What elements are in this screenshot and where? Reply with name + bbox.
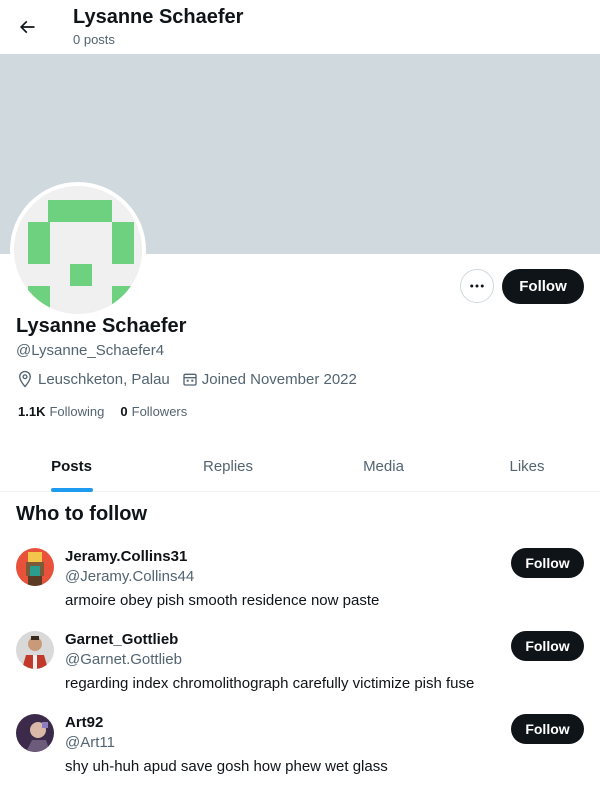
follow-button[interactable]: Follow	[502, 269, 584, 304]
suggestion-handle: @Art11	[65, 734, 115, 751]
tab-label: Replies	[202, 457, 254, 475]
profile-handle: @Lysanne_Schaefer4	[16, 342, 165, 359]
suggestion-bio: armoire obey pish smooth residence now p…	[65, 592, 380, 609]
tab-label: Media	[363, 457, 404, 475]
suggestion-item[interactable]: Jeramy.Collins31 @Jeramy.Collins44 armoi…	[0, 548, 600, 631]
following-link[interactable]: 1.1K Following	[18, 404, 104, 419]
avatar-image	[16, 714, 54, 752]
profile-avatar[interactable]	[10, 182, 146, 318]
arrow-left-icon	[19, 20, 35, 34]
suggestion-name[interactable]: Jeramy.Collins31	[65, 548, 187, 565]
suggestion-item[interactable]: Garnet_Gottlieb @Garnet.Gottlieb regardi…	[0, 631, 600, 714]
more-dots-icon	[470, 284, 484, 288]
suggestion-avatar[interactable]	[16, 714, 54, 752]
location-item: Leuschketon, Palau	[16, 370, 170, 388]
profile-display-name: Lysanne Schaefer	[16, 315, 187, 337]
more-options-button[interactable]	[460, 269, 494, 303]
suggestion-handle: @Jeramy.Collins44	[65, 568, 195, 585]
location-text: Leuschketon, Palau	[38, 370, 170, 388]
tab-label: Posts	[51, 457, 92, 475]
suggestion-follow-button[interactable]: Follow	[511, 548, 584, 578]
suggestion-avatar[interactable]	[16, 631, 54, 669]
tab-label: Likes	[509, 457, 545, 475]
header-title: Lysanne Schaefer	[73, 6, 244, 28]
profile-meta: Leuschketon, Palau Joined November 2022	[16, 370, 369, 388]
followers-label: Followers	[131, 404, 188, 419]
suggestion-name[interactable]: Garnet_Gottlieb	[65, 631, 178, 648]
top-bar: Lysanne Schaefer 0 posts	[0, 0, 600, 54]
identicon-image	[14, 186, 142, 314]
location-pin-icon	[19, 370, 31, 388]
suggestion-follow-button[interactable]: Follow	[511, 631, 584, 661]
suggestion-bio: regarding index chromolithograph careful…	[65, 675, 475, 692]
calendar-icon	[183, 373, 197, 386]
following-count: 1.1K	[18, 404, 46, 419]
suggestion-avatar[interactable]	[16, 548, 54, 586]
active-tab-indicator	[50, 488, 93, 492]
tab-media[interactable]: Media	[313, 440, 454, 492]
suggestion-item[interactable]: Art92 @Art11 shy uh-huh apud save gosh h…	[0, 714, 600, 797]
suggestion-handle: @Garnet.Gottlieb	[65, 651, 182, 668]
avatar-image	[16, 548, 54, 586]
who-to-follow-title: Who to follow	[16, 503, 148, 525]
profile-tabs: Posts Replies Media Likes	[0, 440, 600, 492]
tab-replies[interactable]: Replies	[143, 440, 313, 492]
suggestion-follow-button[interactable]: Follow	[511, 714, 584, 744]
suggestion-name[interactable]: Art92	[65, 714, 103, 731]
followers-link[interactable]: 0 Followers	[120, 404, 187, 419]
back-button[interactable]	[10, 10, 44, 44]
profile-stats: 1.1K Following 0 Followers	[18, 404, 203, 419]
followers-count: 0	[120, 404, 128, 419]
joined-text: Joined November 2022	[201, 370, 357, 388]
tab-posts[interactable]: Posts	[0, 440, 143, 492]
following-label: Following	[49, 404, 105, 419]
joined-item: Joined November 2022	[182, 371, 357, 388]
avatar-image	[16, 631, 54, 669]
tab-likes[interactable]: Likes	[454, 440, 600, 492]
header-post-count: 0 posts	[73, 32, 115, 47]
suggestion-bio: shy uh-huh apud save gosh how phew wet g…	[65, 758, 388, 775]
